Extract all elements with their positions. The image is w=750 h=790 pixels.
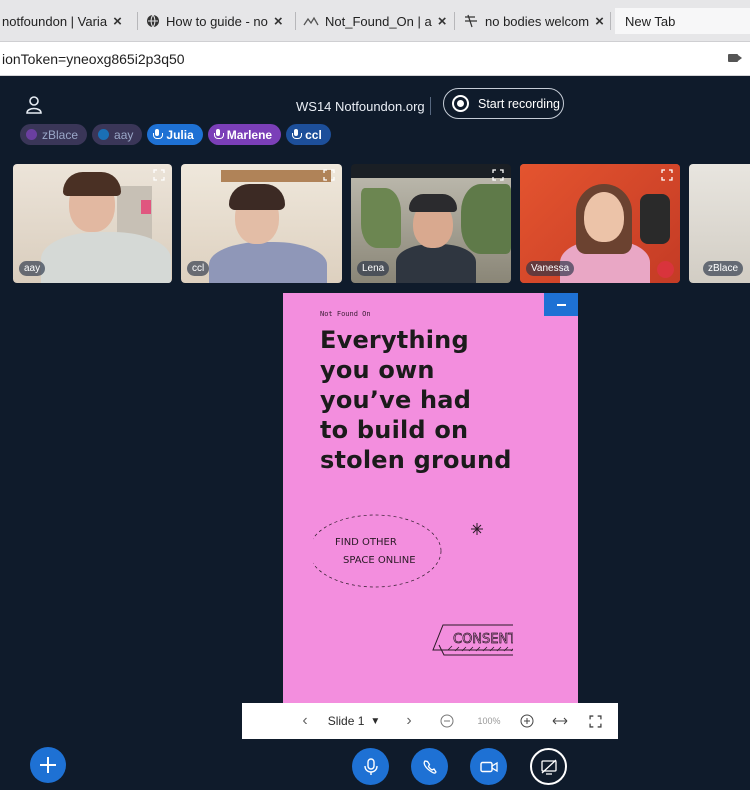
user-name: aay	[114, 127, 134, 142]
fit-width-button[interactable]	[551, 703, 569, 739]
video-tile[interactable]: Lena	[351, 164, 511, 283]
avatar	[98, 129, 110, 140]
tab-label: no bodies welcom	[485, 13, 590, 29]
microphone-icon	[292, 129, 303, 140]
chevron-down-icon: ▼	[370, 715, 381, 727]
close-icon[interactable]: ×	[113, 13, 122, 30]
user-list-icon[interactable]	[26, 96, 42, 114]
zoom-in-button[interactable]	[518, 703, 536, 739]
zoom-in-icon	[520, 714, 534, 728]
video-name-label: Lena	[357, 261, 390, 276]
camera-button[interactable]	[470, 748, 507, 785]
screenshare-off-icon	[540, 759, 557, 775]
fullscreen-slide-button[interactable]	[586, 703, 604, 739]
video-name-label: zBlace	[703, 261, 744, 276]
presentation-slide: Not Found On Everything you own you’ve h…	[283, 293, 578, 718]
video-strip: aay ccl Lena Vanessa zBlace	[13, 164, 750, 284]
actions-button[interactable]	[30, 747, 66, 783]
zoom-out-icon	[440, 714, 454, 728]
svg-text:FIND OTHER: FIND OTHER	[335, 537, 397, 548]
slide-doodle: FIND OTHER SPACE ONLINE CONSENT	[313, 514, 513, 656]
strike-icon	[465, 14, 477, 28]
zoom-level: 100%	[477, 716, 501, 726]
avatar	[26, 129, 37, 140]
globe-icon	[147, 14, 159, 28]
microphone-icon	[153, 129, 164, 140]
svg-text:SPACE ONLINE: SPACE ONLINE	[343, 555, 416, 566]
talking-indicator-bar: zBlace aay Julia Marlene ccl	[20, 124, 331, 148]
plus-icon	[40, 757, 56, 773]
camera-icon	[479, 761, 498, 772]
microphone-button[interactable]	[352, 748, 389, 785]
video-tile[interactable]: aay	[13, 164, 172, 283]
microphone-icon	[363, 757, 378, 775]
fullscreen-icon[interactable]	[661, 169, 673, 181]
user-pill[interactable]: aay	[92, 124, 143, 145]
user-pill[interactable]: zBlace	[20, 124, 88, 145]
slide-headline: Everything you own you’ve had to build o…	[320, 326, 512, 474]
fullscreen-icon[interactable]	[492, 169, 504, 181]
browser-tab[interactable]: Not_Found_On | a ×	[303, 8, 455, 34]
person	[584, 192, 624, 242]
next-slide-button[interactable]: ›	[402, 703, 416, 739]
browser-tab[interactable]: How to guide - no ×	[146, 8, 296, 34]
user-pill[interactable]: Marlene	[207, 124, 282, 145]
svg-text:CONSENT: CONSENT	[453, 632, 513, 647]
divider	[430, 97, 431, 115]
video-name-label: Vanessa	[526, 261, 575, 276]
browser-tab-bar: notfoundon | Varia × How to guide - no ×…	[0, 0, 750, 42]
fit-width-icon	[552, 717, 568, 725]
slide-select-label: Slide 1	[327, 714, 365, 728]
fullscreen-icon	[588, 714, 602, 728]
fullscreen-icon[interactable]	[153, 169, 165, 181]
address-bar[interactable]: ionToken=yneoxg865i2p3q50	[0, 42, 750, 76]
fullscreen-icon[interactable]	[323, 169, 335, 181]
record-icon	[452, 95, 469, 112]
browser-tab[interactable]: notfoundon | Varia ×	[0, 8, 138, 34]
slide-subtitle: Not Found On	[320, 310, 371, 318]
user-pill[interactable]: ccl	[286, 124, 331, 145]
user-name: Marlene	[226, 127, 273, 142]
minimize-presentation-button[interactable]	[544, 293, 578, 316]
video-tile[interactable]: zBlace	[689, 164, 750, 283]
audio-phone-button[interactable]	[411, 748, 448, 785]
camera-indicator-icon[interactable]	[728, 54, 742, 62]
screenshare-button[interactable]	[530, 748, 567, 785]
slide-select[interactable]: Slide 1 ▼	[326, 703, 382, 739]
close-icon[interactable]: ×	[595, 13, 604, 30]
user-name: zBlace	[42, 127, 79, 142]
user-name: ccl	[305, 127, 322, 142]
start-recording-button[interactable]: Start recording	[443, 88, 564, 119]
tab-label: Not_Found_On | a	[325, 13, 432, 29]
tab-label: How to guide - no	[166, 13, 268, 29]
user-pill[interactable]: Julia	[147, 124, 203, 145]
phone-icon	[423, 759, 437, 774]
close-icon[interactable]: ×	[274, 13, 283, 30]
close-icon[interactable]: ×	[438, 13, 447, 30]
user-name: Julia	[166, 127, 194, 142]
video-name-label: aay	[19, 261, 46, 276]
video-name-label: ccl	[187, 261, 210, 276]
slide-controls-bar: ‹ Slide 1 ▼ › 100%	[242, 703, 618, 739]
bbb-icon	[303, 16, 319, 26]
zoom-out-button[interactable]	[438, 703, 456, 739]
browser-tab-active[interactable]: New Tab	[615, 8, 750, 34]
tab-label: notfoundon | Varia	[2, 13, 108, 29]
muted-mic-icon	[657, 261, 674, 278]
record-label: Start recording	[478, 96, 560, 111]
video-tile[interactable]: Vanessa	[520, 164, 680, 283]
browser-tab[interactable]: no bodies welcom ×	[463, 8, 611, 34]
microphone-icon	[213, 129, 224, 140]
video-tile[interactable]: ccl	[181, 164, 342, 283]
meeting-app: WS14 Notfoundon.org Start recording zBla…	[0, 77, 750, 790]
url-text[interactable]: ionToken=yneoxg865i2p3q50	[2, 51, 185, 67]
previous-slide-button[interactable]: ‹	[298, 703, 312, 739]
tab-label: New Tab	[625, 13, 676, 29]
meeting-title: WS14 Notfoundon.org	[296, 99, 425, 114]
